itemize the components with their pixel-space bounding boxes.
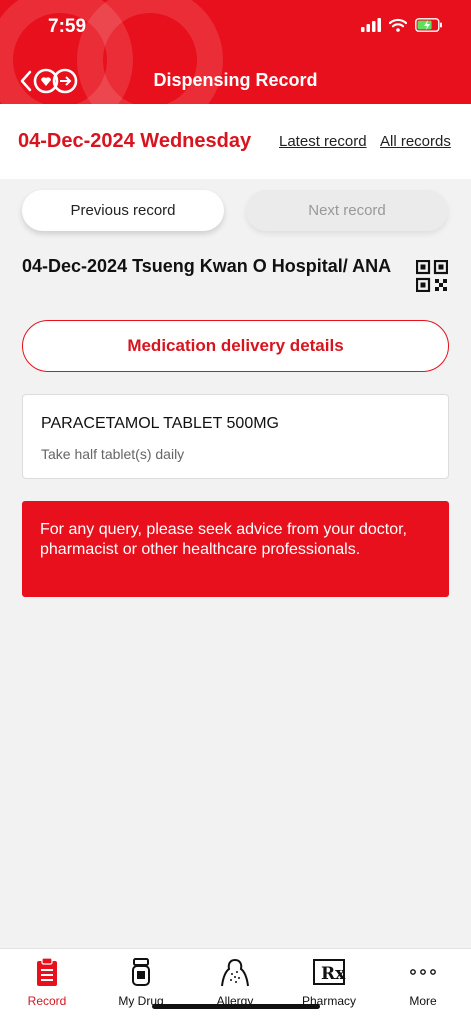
- tab-label: Record: [27, 994, 67, 1008]
- pill-bottle-icon: [132, 958, 150, 986]
- svg-text:Rx: Rx: [321, 964, 346, 984]
- drug-card[interactable]: PARACETAMOL TABLET 500MG Take half table…: [22, 394, 449, 479]
- wifi-icon: [389, 18, 407, 32]
- rx-icon: Rx: [313, 959, 346, 985]
- clipboard-icon: [37, 957, 57, 986]
- latest-record-link[interactable]: Latest record: [279, 133, 367, 150]
- tab-label: More: [409, 994, 437, 1008]
- signal-icon: [361, 18, 381, 32]
- status-icons: [361, 18, 443, 32]
- next-record-button[interactable]: Next record: [246, 190, 448, 231]
- date-bar: 04-Dec-2024 Wednesday Latest record All …: [0, 104, 471, 179]
- previous-record-button[interactable]: Previous record: [22, 190, 224, 231]
- tab-record[interactable]: Record: [0, 949, 94, 1019]
- qr-code-icon[interactable]: [416, 260, 448, 292]
- allergy-body-icon: [221, 958, 249, 987]
- app-header: 7:59 Dispensing Record: [0, 0, 471, 104]
- medication-delivery-button[interactable]: Medication delivery details: [22, 320, 449, 372]
- status-bar: 7:59: [0, 0, 471, 52]
- tab-more[interactable]: More: [376, 949, 470, 1019]
- page-title: Dispensing Record: [153, 70, 318, 90]
- all-records-link[interactable]: All records: [380, 133, 451, 150]
- record-date-heading: 04-Dec-2024 Wednesday: [18, 130, 252, 152]
- record-title: 04-Dec-2024 Tsueng Kwan O Hospital/ ANA: [22, 256, 392, 276]
- home-indicator: [152, 1004, 320, 1009]
- status-time: 7:59: [48, 16, 87, 37]
- drug-instruction: Take half tablet(s) daily: [41, 446, 185, 462]
- drug-name: PARACETAMOL TABLET 500MG: [41, 415, 279, 432]
- advice-notice: For any query, please seek advice from y…: [22, 501, 449, 597]
- battery-charging-icon: [415, 18, 442, 32]
- more-dots-icon: [410, 969, 436, 975]
